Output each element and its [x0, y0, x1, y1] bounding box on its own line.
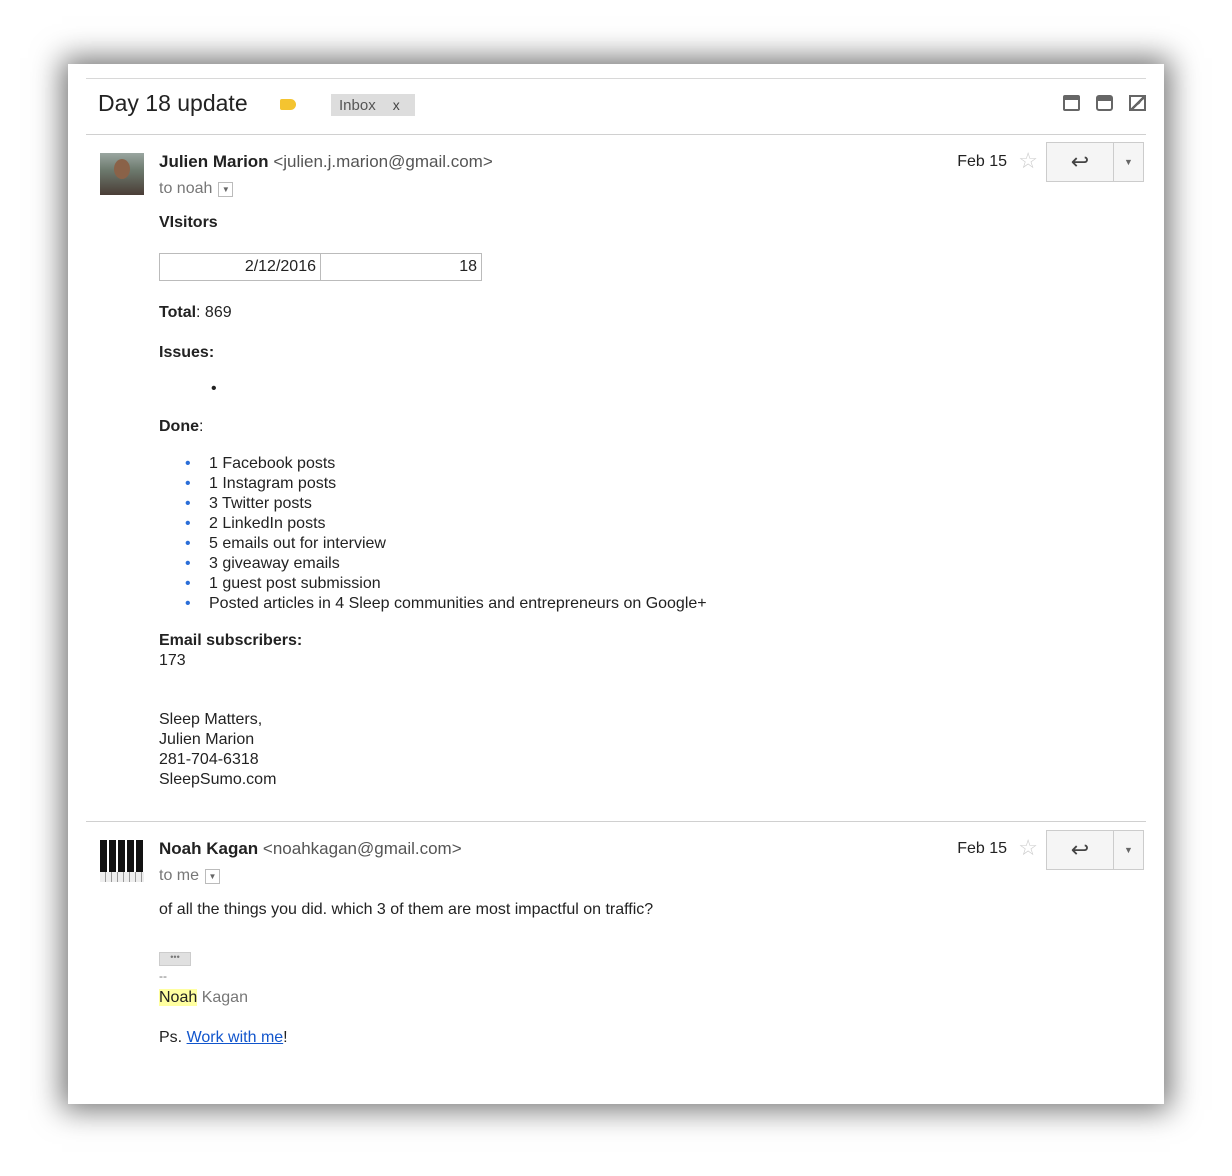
total-value: : 869 — [196, 304, 232, 321]
avatar[interactable] — [100, 840, 144, 882]
ps-prefix: Ps. — [159, 1029, 187, 1046]
sender-name[interactable]: Julien Marion — [159, 152, 269, 171]
list-item: 5 emails out for interview — [135, 534, 1035, 554]
archive-icon[interactable] — [1063, 95, 1080, 111]
list-item: 3 giveaway emails — [135, 554, 1035, 574]
signature-line: 281-704-6318 — [159, 751, 259, 768]
signature-line: SleepSumo.com — [159, 771, 277, 788]
sender-email: <noahkagan@gmail.com> — [262, 839, 462, 858]
sender-line: Noah Kagan <noahkagan@gmail.com> — [159, 839, 462, 859]
new-window-icon[interactable] — [1129, 95, 1146, 111]
sender-line: Julien Marion <julien.j.marion@gmail.com… — [159, 152, 493, 172]
signature-first-name: Noah — [159, 989, 198, 1006]
star-icon[interactable]: ☆ — [1018, 148, 1038, 174]
visitors-table: 2/12/2016 18 — [159, 253, 482, 281]
inbox-label-chip[interactable]: Inbox x — [331, 94, 415, 116]
signature-name: Noah Kagan — [159, 988, 248, 1008]
chevron-down-icon: ▼ — [1124, 157, 1133, 167]
ps-suffix: ! — [283, 1029, 288, 1046]
recipient-text: to noah — [159, 180, 213, 197]
ellipsis-icon: ••• — [159, 952, 191, 966]
thread-subject: Day 18 update — [98, 90, 248, 116]
sender-email: <julien.j.marion@gmail.com> — [273, 152, 493, 171]
chevron-down-icon: ▼ — [1124, 845, 1133, 855]
show-trimmed-content-button[interactable]: ••• — [159, 946, 191, 966]
details-dropdown-icon[interactable]: ▼ — [205, 868, 221, 884]
message-body: VIsitors 2/12/2016 18 Total: 869 Issues:… — [159, 213, 1059, 793]
list-item: Posted articles in 4 Sleep communities a… — [135, 594, 1035, 614]
sender-name[interactable]: Noah Kagan — [159, 839, 258, 858]
visitors-heading: VIsitors — [159, 214, 218, 231]
more-options-button[interactable]: ▼ — [1114, 143, 1143, 181]
details-dropdown-icon[interactable]: ▼ — [218, 181, 234, 197]
subscribers-value: 173 — [159, 652, 186, 669]
top-divider — [86, 78, 1146, 79]
ps-line: Ps. Work with me! — [159, 1028, 288, 1048]
list-item: 1 Facebook posts — [135, 454, 1035, 474]
total-line: Total: 869 — [159, 303, 232, 323]
list-item: 2 LinkedIn posts — [135, 514, 1035, 534]
issues-heading: Issues: — [159, 344, 215, 361]
signature-separator: -- — [159, 969, 167, 983]
recipient-text: to me — [159, 867, 200, 884]
total-label: Total — [159, 304, 197, 321]
list-item: 3 Twitter posts — [135, 494, 1035, 514]
message-body: of all the things you did. which 3 of th… — [159, 900, 1059, 1060]
table-row: 2/12/2016 18 — [159, 253, 482, 281]
thread-actions — [1063, 95, 1146, 111]
message-divider — [86, 821, 1146, 822]
remove-label-icon[interactable]: x — [393, 97, 400, 113]
reply-button[interactable]: ↩ — [1047, 831, 1114, 869]
signature-last-name: Kagan — [197, 989, 248, 1006]
done-list: 1 Facebook posts 1 Instagram posts 3 Twi… — [135, 454, 1035, 614]
message-date: Feb 15 — [957, 840, 1007, 857]
more-options-button[interactable]: ▼ — [1114, 831, 1143, 869]
subscribers-heading: Email subscribers: — [159, 632, 303, 649]
recipient-line: to noah ▼ — [159, 180, 234, 198]
reply-button-group: ↩ ▼ — [1046, 142, 1144, 182]
visitors-date-cell: 2/12/2016 — [159, 253, 321, 281]
reply-button-group: ↩ ▼ — [1046, 830, 1144, 870]
list-item: 1 Instagram posts — [135, 474, 1035, 494]
reply-button[interactable]: ↩ — [1047, 143, 1114, 181]
done-heading: Done — [159, 418, 199, 435]
message-date: Feb 15 — [957, 153, 1007, 170]
recipient-line: to me ▼ — [159, 867, 221, 885]
header-divider — [86, 134, 1146, 135]
avatar[interactable] — [100, 153, 144, 195]
inbox-label-text: Inbox — [339, 96, 376, 114]
signature-line: Sleep Matters, — [159, 711, 263, 728]
email-thread-window: Day 18 update Inbox x Julien Marion <jul… — [68, 64, 1164, 1104]
message-text: of all the things you did. which 3 of th… — [159, 901, 654, 918]
visitors-count-cell: 18 — [320, 253, 482, 281]
reply-icon: ↩ — [1070, 837, 1090, 862]
label-tag-icon[interactable] — [280, 99, 296, 110]
list-item: 1 guest post submission — [135, 574, 1035, 594]
reply-icon: ↩ — [1070, 149, 1090, 174]
done-colon: : — [199, 418, 204, 435]
issues-empty-bullet: • — [211, 380, 217, 397]
star-icon[interactable]: ☆ — [1018, 835, 1038, 861]
signature-line: Julien Marion — [159, 731, 255, 748]
print-icon[interactable] — [1096, 95, 1113, 111]
signature: Sleep Matters, Julien Marion 281-704-631… — [159, 710, 276, 790]
work-with-me-link[interactable]: Work with me — [187, 1029, 284, 1046]
done-line: Done: — [159, 417, 203, 437]
